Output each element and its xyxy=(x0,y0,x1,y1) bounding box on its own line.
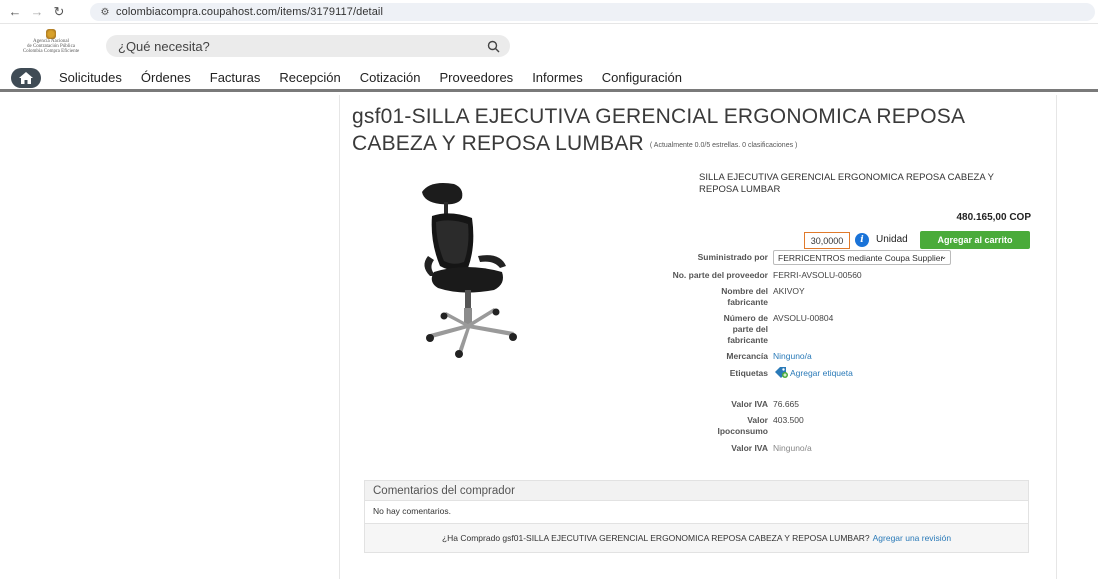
nav-cotizacion[interactable]: Cotización xyxy=(360,70,421,85)
iva2-label: Valor IVA xyxy=(731,443,768,453)
iva2-value: Ninguno/a xyxy=(773,443,812,453)
supplier-part-label: No. parte del proveedor xyxy=(672,270,768,280)
crest-icon xyxy=(46,29,56,39)
review-prompt-row: ¿Ha Comprado gsf01-SILLA EJECUTIVA GEREN… xyxy=(365,523,1028,552)
commodity-value[interactable]: Ninguno/a xyxy=(773,351,812,362)
no-comments-text: No hay comentarios. xyxy=(373,506,451,516)
mfr-part-label-1: Número de xyxy=(723,313,768,323)
info-icon[interactable]: i xyxy=(855,233,869,247)
home-icon[interactable] xyxy=(11,67,41,88)
product-image xyxy=(422,183,517,358)
mfr-part-value: AVSOLU-00804 xyxy=(773,313,834,323)
chevron-down-icon: ⌄ xyxy=(940,252,947,261)
back-arrow-icon[interactable]: ← xyxy=(4,2,26,22)
mfr-part-label-3: fabricante xyxy=(727,335,768,345)
nav-facturas[interactable]: Facturas xyxy=(210,70,261,85)
add-to-cart-button[interactable]: Agregar al carrito xyxy=(920,231,1030,249)
site-info-icon[interactable]: ⚙ xyxy=(96,3,114,21)
item-price: 480.165,00 COP xyxy=(956,212,1032,223)
page-title: gsf01-SILLA EJECUTIVA GERENCIAL ERGONOMI… xyxy=(352,103,1042,159)
forward-arrow-icon[interactable]: → xyxy=(26,2,48,22)
search-icon[interactable] xyxy=(482,35,504,57)
mfr-part-label-2: parte del xyxy=(732,324,768,334)
search-input[interactable]: ¿Qué necesita? xyxy=(118,39,482,54)
add-review-link[interactable]: Agregar una revisión xyxy=(873,533,951,543)
item-detail-panel: gsf01-SILLA EJECUTIVA GERENCIAL ERGONOMI… xyxy=(339,95,1057,579)
ipoconsumo-label-2: Ipoconsumo xyxy=(717,426,768,436)
main-nav: Solicitudes Órdenes Facturas Recepción C… xyxy=(0,66,1098,92)
manufacturer-value: AKIVOY xyxy=(773,286,805,296)
nav-solicitudes[interactable]: Solicitudes xyxy=(59,70,122,85)
nav-configuracion[interactable]: Configuración xyxy=(602,70,682,85)
ipoconsumo-value: 403.500 xyxy=(773,415,804,425)
manufacturer-label-1: Nombre del xyxy=(721,286,768,296)
app-header: Agencia Nacional de Contratación Pública… xyxy=(0,27,1098,65)
nav-recepcion[interactable]: Recepción xyxy=(279,70,340,85)
supplier-select-value: FERRICENTROS mediante Coupa Supplier xyxy=(778,252,944,263)
unit-label: Unidad xyxy=(876,234,908,245)
supplier-select[interactable]: FERRICENTROS mediante Coupa Supplier ⌄ xyxy=(773,250,951,265)
manufacturer-label-2: fabricante xyxy=(727,297,768,307)
nav-proveedores[interactable]: Proveedores xyxy=(439,70,513,85)
review-prompt: ¿Ha Comprado gsf01-SILLA EJECUTIVA GEREN… xyxy=(441,533,870,543)
iva-value: 76.665 xyxy=(773,399,799,409)
nav-ordenes[interactable]: Órdenes xyxy=(141,70,191,85)
buyer-comments: Comentarios del comprador No hay comenta… xyxy=(364,480,1029,553)
url-text: colombiacompra.coupahost.com/items/31791… xyxy=(116,6,384,18)
rating-text[interactable]: ( Actualmente 0.0/5 estrellas. 0 clasifi… xyxy=(650,142,797,149)
browser-toolbar: ← → ↻ ⚙ colombiacompra.coupahost.com/ite… xyxy=(0,0,1098,24)
iva-label: Valor IVA xyxy=(731,399,768,409)
address-bar[interactable]: ⚙ colombiacompra.coupahost.com/items/317… xyxy=(90,3,1095,21)
commodity-label: Mercancía xyxy=(726,351,768,361)
tag-icon[interactable] xyxy=(774,366,788,378)
reload-icon[interactable]: ↻ xyxy=(48,2,70,22)
search-bar[interactable]: ¿Qué necesita? xyxy=(106,35,510,57)
tags-label: Etiquetas xyxy=(729,368,768,378)
add-tag-link[interactable]: Agregar etiqueta xyxy=(790,368,853,379)
logo-line-3: Colombia Compra Eficiente xyxy=(22,49,80,54)
supplier-part-value: FERRI-AVSOLU-00560 xyxy=(773,270,862,280)
item-description: SILLA EJECUTIVA GERENCIAL ERGONOMICA REP… xyxy=(699,172,994,195)
nav-informes[interactable]: Informes xyxy=(532,70,583,85)
comments-header: Comentarios del comprador xyxy=(365,481,1028,501)
supplied-by-label: Suministrado por xyxy=(697,252,768,262)
agency-logo[interactable]: Agencia Nacional de Contratación Pública… xyxy=(16,29,86,63)
quantity-input[interactable]: 30,0000 xyxy=(804,232,850,249)
ipoconsumo-label-1: Valor xyxy=(747,415,768,425)
